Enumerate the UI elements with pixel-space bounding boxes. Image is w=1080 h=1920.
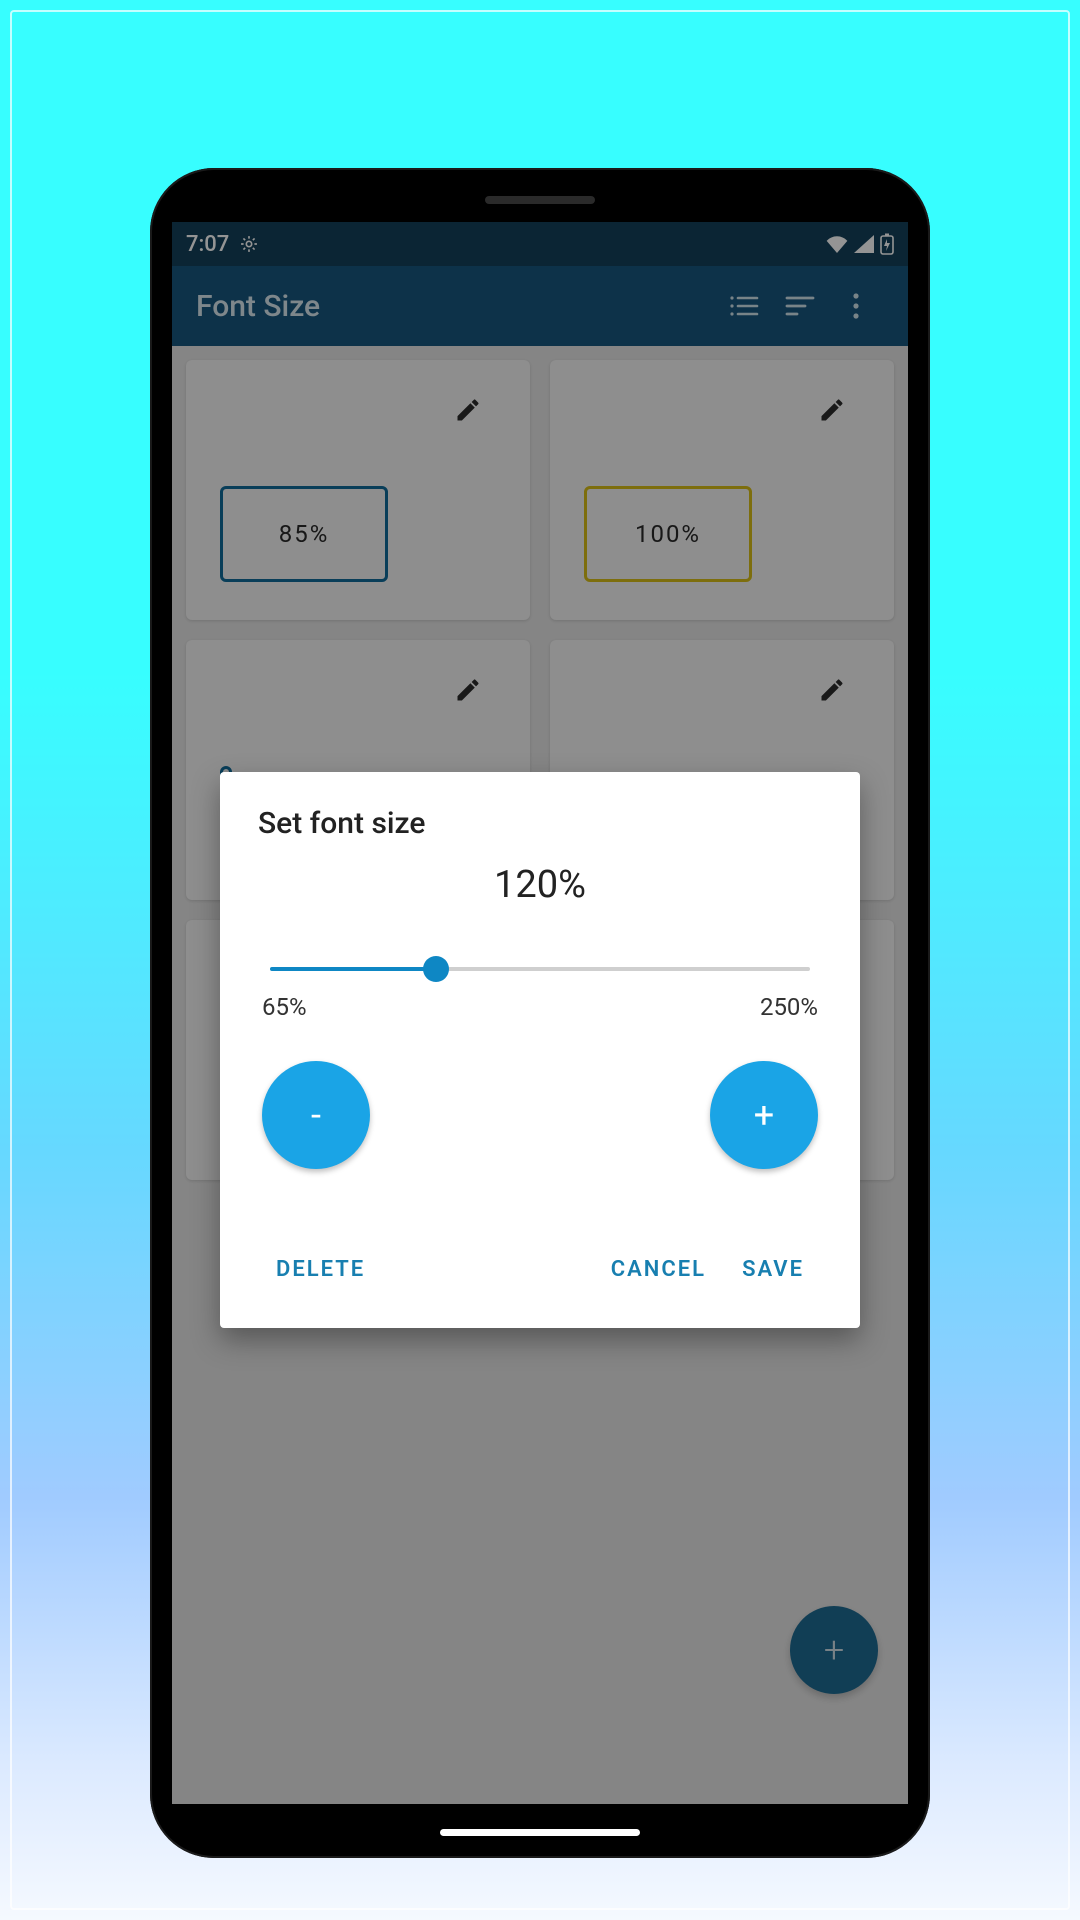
delete-button[interactable]: DELETE	[258, 1245, 383, 1294]
decrement-button[interactable]: -	[262, 1061, 370, 1169]
slider-min-label: 65%	[262, 993, 307, 1021]
font-size-slider[interactable]	[270, 967, 810, 971]
phone-frame: 7:07	[150, 168, 930, 1858]
cancel-button[interactable]: CANCEL	[593, 1245, 724, 1294]
home-indicator[interactable]	[440, 1829, 640, 1836]
dialog-title: Set font size	[258, 806, 822, 841]
minus-icon: -	[311, 1094, 321, 1136]
dialog-current-value: 120%	[258, 863, 822, 907]
slider-max-label: 250%	[760, 993, 818, 1021]
screen: 7:07	[172, 222, 908, 1804]
plus-icon: +	[754, 1094, 774, 1136]
phone-speaker	[485, 196, 595, 204]
save-button[interactable]: SAVE	[724, 1245, 822, 1294]
font-size-dialog: Set font size 120% 65% 250% - +	[220, 772, 860, 1328]
increment-button[interactable]: +	[710, 1061, 818, 1169]
